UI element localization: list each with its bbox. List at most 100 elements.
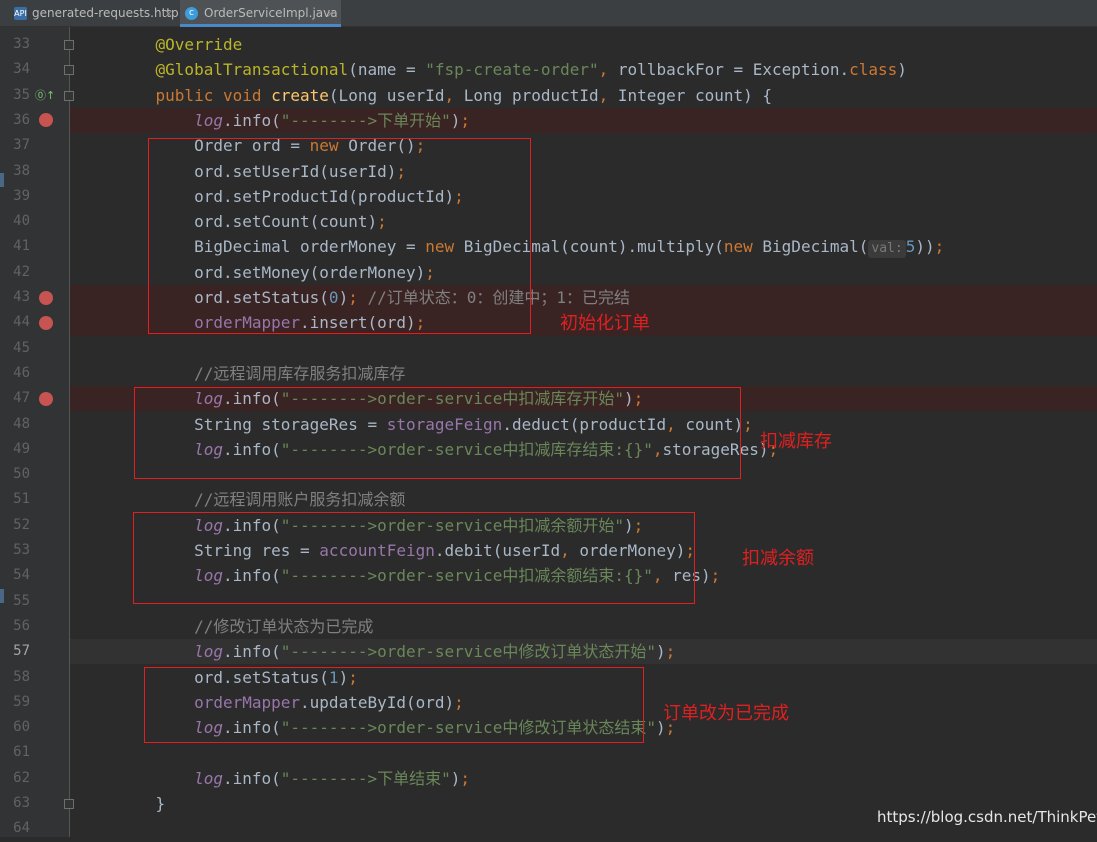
- code-token: }: [155, 794, 166, 813]
- line-number: 39: [13, 187, 30, 204]
- close-icon[interactable]: ×: [164, 0, 173, 27]
- code-line[interactable]: //远程调用账户服务扣减余额: [70, 487, 1097, 512]
- code-line[interactable]: [70, 336, 1097, 361]
- code-line[interactable]: [70, 740, 1097, 765]
- code-token: @Override: [155, 35, 243, 54]
- highlight-box-order-complete: [144, 667, 644, 743]
- breakpoint-icon[interactable]: [39, 391, 53, 406]
- highlight-box-init-order: [148, 138, 531, 334]
- api-icon: API: [14, 7, 27, 20]
- line-number: 61: [13, 744, 30, 761]
- line-number: 45: [13, 339, 30, 356]
- line-number: 54: [13, 567, 30, 584]
- line-number: 56: [13, 617, 30, 634]
- code-token: Long productId: [463, 85, 599, 105]
- code-line[interactable]: public void create(Long userId, Long pro…: [70, 83, 1097, 108]
- implements-method-icon[interactable]: ⓪↑: [35, 87, 55, 103]
- code-line[interactable]: log.info("-------->order-service中修改订单状态开…: [70, 639, 1097, 665]
- code-token: "fsp-create-order": [425, 60, 599, 80]
- line-number: 59: [13, 693, 30, 710]
- tab-label: OrderServiceImpl.java: [204, 6, 338, 20]
- code-token: .info(: [222, 642, 281, 662]
- code-text: @GlobalTransactional(name = "fsp-create-…: [117, 57, 907, 82]
- code-token: ;: [665, 642, 676, 662]
- code-token: new: [723, 237, 763, 257]
- code-text: public void create(Long userId, Long pro…: [117, 83, 773, 108]
- code-text: @Override: [117, 32, 243, 57]
- code-token: ): [897, 60, 907, 80]
- breakpoint-icon[interactable]: [39, 113, 53, 128]
- code-token: Integer count) {: [617, 85, 773, 105]
- breakpoint-icon[interactable]: [39, 315, 53, 330]
- line-number: 49: [13, 440, 30, 457]
- code-text: log.info("-------->下单开始");: [117, 108, 470, 133]
- line-number: 63: [13, 795, 30, 811]
- code-token: create: [271, 85, 329, 105]
- code-text: log.info("-------->order-service中修改订单状态开…: [117, 639, 675, 664]
- code-token: ,: [598, 85, 618, 105]
- highlight-box-deduct-storage: [134, 387, 741, 479]
- line-number: 44: [13, 314, 30, 331]
- tab-label: generated-requests.http: [32, 6, 179, 20]
- code-line[interactable]: @GlobalTransactional(name = "fsp-create-…: [70, 57, 1097, 82]
- code-text: //修改订单状态为已完成: [117, 614, 373, 639]
- breakpoint-icon[interactable]: [39, 290, 53, 305]
- editor-tab-bar: API generated-requests.http × c OrderSer…: [0, 0, 1097, 27]
- code-token: public void: [155, 85, 272, 105]
- line-number: 46: [13, 364, 30, 381]
- tab-generated-requests[interactable]: API generated-requests.http ×: [0, 0, 179, 27]
- code-token: //远程调用库存服务扣减库存: [194, 363, 406, 383]
- code-token: log: [194, 768, 223, 788]
- code-text: log.info("-------->下单结束");: [117, 766, 470, 791]
- code-line[interactable]: log.info("-------->下单开始");: [70, 107, 1097, 134]
- code-token: ,: [598, 60, 618, 80]
- line-number: 60: [13, 719, 30, 736]
- line-number: 55: [13, 592, 30, 609]
- line-number: 35: [13, 86, 30, 103]
- close-icon[interactable]: ×: [326, 0, 335, 27]
- line-number: 62: [13, 769, 30, 786]
- watermark: https://blog.csdn.net/ThinkPet: [877, 808, 1097, 826]
- code-token: ;: [460, 110, 471, 130]
- code-line[interactable]: @Override: [70, 32, 1097, 57]
- tab-order-service-impl[interactable]: c OrderServiceImpl.java ×: [180, 0, 341, 27]
- code-text: }: [117, 791, 166, 816]
- line-number: 38: [13, 162, 30, 179]
- code-token: "-------->order-service中修改订单状态开始": [280, 642, 656, 662]
- code-token: class: [849, 60, 898, 80]
- code-token: ;: [710, 566, 721, 586]
- code-line[interactable]: //远程调用库存服务扣减库存: [70, 361, 1097, 386]
- line-number: 64: [13, 820, 30, 837]
- line-number: 36: [13, 111, 30, 128]
- code-token: rollbackFor = Exception.: [617, 60, 850, 80]
- line-number-gutter[interactable]: 33 34 35 ⓪↑ 36 37 38 39 40 41 42 43 44 45 46 47 48 49 50 51…: [0, 27, 74, 837]
- line-number: 51: [13, 491, 30, 508]
- highlight-box-deduct-balance: [133, 512, 695, 604]
- class-icon: c: [185, 7, 198, 20]
- code-token: ): [450, 110, 461, 130]
- code-token: log: [194, 642, 223, 662]
- line-number: 40: [13, 213, 30, 230]
- code-token: ;: [460, 768, 471, 788]
- code-line[interactable]: log.info("-------->下单结束");: [70, 766, 1097, 791]
- line-number: 34: [13, 61, 30, 78]
- code-token: "-------->下单结束": [280, 768, 451, 788]
- code-line[interactable]: //修改订单状态为已完成: [70, 614, 1097, 639]
- code-token: .info(: [222, 768, 281, 788]
- line-number: 50: [13, 466, 30, 483]
- code-token: .info(: [222, 110, 281, 130]
- code-token: ;: [743, 414, 753, 434]
- annotation-order-complete: 订单改为已完成: [663, 703, 789, 724]
- code-text: //远程调用账户服务扣减余额: [117, 487, 405, 512]
- code-token: (name =: [348, 60, 426, 80]
- code-token: ): [450, 768, 461, 788]
